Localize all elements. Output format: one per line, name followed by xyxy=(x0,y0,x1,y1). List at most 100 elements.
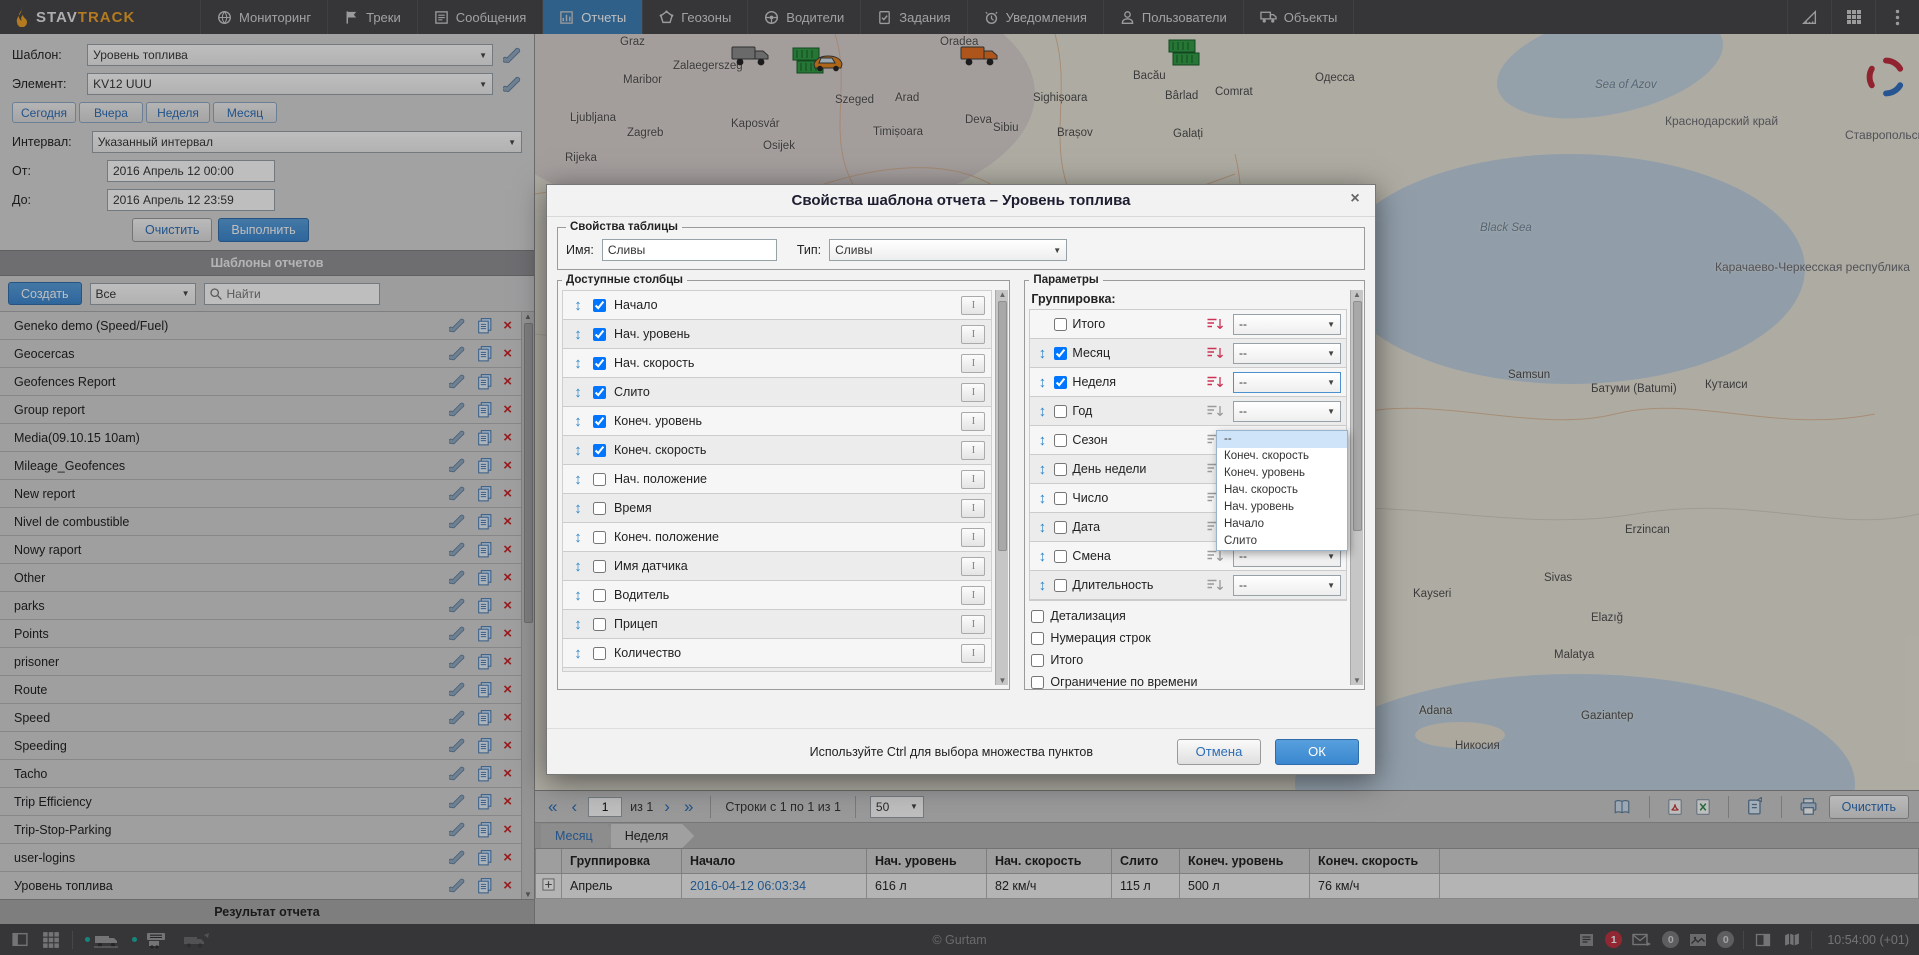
dropdown-option[interactable]: Конеч. уровень xyxy=(1217,465,1347,482)
select-value: -- xyxy=(1239,346,1323,360)
columns-scrollbar[interactable]: ▲▼ xyxy=(995,290,1008,685)
dropdown-option[interactable]: Начало xyxy=(1217,516,1347,533)
move-updown-icon[interactable]: ↕ xyxy=(571,616,585,633)
column-format-button[interactable]: Ι xyxy=(961,499,985,518)
grouping-checkbox[interactable] xyxy=(1054,579,1067,592)
move-updown-icon[interactable]: ↕ xyxy=(571,471,585,488)
column-label: Время xyxy=(614,501,953,515)
dropdown-option[interactable]: Конеч. скорость xyxy=(1217,448,1347,465)
grouping-sort-select[interactable]: --▼ xyxy=(1233,372,1341,393)
move-updown-icon[interactable]: ↕ xyxy=(1035,490,1049,507)
dropdown-option[interactable]: Нач. скорость xyxy=(1217,482,1347,499)
grouping-sort-select[interactable]: --▼ xyxy=(1233,575,1341,596)
sort-order-icon[interactable] xyxy=(1206,549,1228,563)
sort-order-icon[interactable] xyxy=(1206,578,1228,592)
column-format-button[interactable]: Ι xyxy=(961,470,985,489)
column-checkbox[interactable] xyxy=(593,444,606,457)
move-updown-icon[interactable]: ↕ xyxy=(571,529,585,546)
column-checkbox[interactable] xyxy=(593,328,606,341)
column-label: Прицеп xyxy=(614,617,953,631)
sort-order-icon[interactable] xyxy=(1206,375,1228,389)
column-checkbox[interactable] xyxy=(593,618,606,631)
sort-order-icon[interactable] xyxy=(1206,317,1228,331)
dropdown-option[interactable]: Нач. уровень xyxy=(1217,499,1347,516)
sort-order-icon[interactable] xyxy=(1206,404,1228,418)
grouping-sort-select[interactable]: --▼ xyxy=(1233,343,1341,364)
grouping-checkbox[interactable] xyxy=(1054,318,1067,331)
dropdown-option[interactable]: -- xyxy=(1217,431,1347,448)
grouping-label-text: Смена xyxy=(1072,549,1201,563)
sort-order-icon[interactable] xyxy=(1206,346,1228,360)
move-updown-icon[interactable]: ↕ xyxy=(571,442,585,459)
column-format-button[interactable]: Ι xyxy=(961,354,985,373)
cancel-button[interactable]: Отмена xyxy=(1177,739,1261,765)
grouping-checkbox[interactable] xyxy=(1054,405,1067,418)
grouping-checkbox[interactable] xyxy=(1054,492,1067,505)
grouping-checkbox[interactable] xyxy=(1054,463,1067,476)
move-updown-icon[interactable]: ↕ xyxy=(1035,461,1049,478)
table-type-select[interactable]: Сливы▼ xyxy=(829,239,1067,261)
scroll-down-icon[interactable]: ▼ xyxy=(1353,676,1361,685)
scrollbar-thumb[interactable] xyxy=(1353,301,1362,531)
column-format-button[interactable]: Ι xyxy=(961,557,985,576)
move-updown-icon[interactable]: ↕ xyxy=(1035,403,1049,420)
move-updown-icon[interactable]: ↕ xyxy=(571,384,585,401)
template-properties-dialog: Свойства шаблона отчета – Уровень топлив… xyxy=(546,184,1376,775)
column-format-button[interactable]: Ι xyxy=(961,296,985,315)
column-checkbox[interactable] xyxy=(593,531,606,544)
column-format-button[interactable]: Ι xyxy=(961,644,985,663)
parameter-checkbox[interactable] xyxy=(1031,654,1044,667)
move-updown-icon[interactable]: ↕ xyxy=(571,413,585,430)
grouping-checkbox[interactable] xyxy=(1054,347,1067,360)
scroll-down-icon[interactable]: ▼ xyxy=(998,676,1006,685)
column-checkbox[interactable] xyxy=(593,415,606,428)
table-name-input[interactable] xyxy=(602,239,777,261)
grouping-checkbox[interactable] xyxy=(1054,434,1067,447)
column-checkbox[interactable] xyxy=(593,357,606,370)
move-updown-icon[interactable]: ↕ xyxy=(571,587,585,604)
move-updown-icon[interactable]: ↕ xyxy=(571,645,585,662)
ok-button[interactable]: ОК xyxy=(1275,739,1359,765)
move-updown-icon[interactable]: ↕ xyxy=(1035,345,1049,362)
grouping-checkbox[interactable] xyxy=(1054,550,1067,563)
column-format-button[interactable]: Ι xyxy=(961,383,985,402)
move-updown-icon[interactable]: ↕ xyxy=(1035,548,1049,565)
column-checkbox[interactable] xyxy=(593,473,606,486)
column-checkbox[interactable] xyxy=(593,386,606,399)
move-updown-icon[interactable]: ↕ xyxy=(571,297,585,314)
grouping-checkbox[interactable] xyxy=(1054,521,1067,534)
move-updown-icon[interactable]: ↕ xyxy=(1035,432,1049,449)
column-checkbox[interactable] xyxy=(593,502,606,515)
column-format-button[interactable]: Ι xyxy=(961,441,985,460)
column-checkbox[interactable] xyxy=(593,647,606,660)
scroll-up-icon[interactable]: ▲ xyxy=(998,290,1006,299)
move-updown-icon[interactable]: ↕ xyxy=(1035,519,1049,536)
column-format-button[interactable]: Ι xyxy=(961,528,985,547)
grouping-checkbox[interactable] xyxy=(1054,376,1067,389)
parameters-scrollbar[interactable]: ▲▼ xyxy=(1350,290,1363,685)
parameter-checkbox[interactable] xyxy=(1031,632,1044,645)
move-updown-icon[interactable]: ↕ xyxy=(571,500,585,517)
grouping-sort-select[interactable]: --▼ xyxy=(1233,401,1341,422)
move-updown-icon[interactable]: ↕ xyxy=(571,355,585,372)
column-format-button[interactable]: Ι xyxy=(961,586,985,605)
column-format-button[interactable]: Ι xyxy=(961,615,985,634)
parameters-fieldset: Параметры Группировка: Итого--▼↕Месяц--▼… xyxy=(1024,274,1365,690)
column-checkbox[interactable] xyxy=(593,589,606,602)
column-format-button[interactable]: Ι xyxy=(961,412,985,431)
move-updown-icon[interactable]: ↕ xyxy=(571,558,585,575)
column-checkbox[interactable] xyxy=(593,299,606,312)
scroll-up-icon[interactable]: ▲ xyxy=(1353,290,1361,299)
move-updown-icon[interactable]: ↕ xyxy=(1035,577,1049,594)
move-updown-icon[interactable]: ↕ xyxy=(1035,374,1049,391)
parameter-checkbox[interactable] xyxy=(1031,610,1044,623)
dropdown-option[interactable]: Слито xyxy=(1217,533,1347,550)
column-checkbox[interactable] xyxy=(593,560,606,573)
dialog-close-button[interactable]: × xyxy=(1345,190,1365,208)
column-format-button[interactable]: Ι xyxy=(961,325,985,344)
move-updown-icon[interactable]: ↕ xyxy=(571,326,585,343)
grouping-sort-select[interactable]: --▼ xyxy=(1233,314,1341,335)
parameter-checkbox[interactable] xyxy=(1031,676,1044,689)
parameter-checkbox-row: Нумерация строк xyxy=(1031,627,1347,649)
scrollbar-thumb[interactable] xyxy=(998,301,1007,551)
